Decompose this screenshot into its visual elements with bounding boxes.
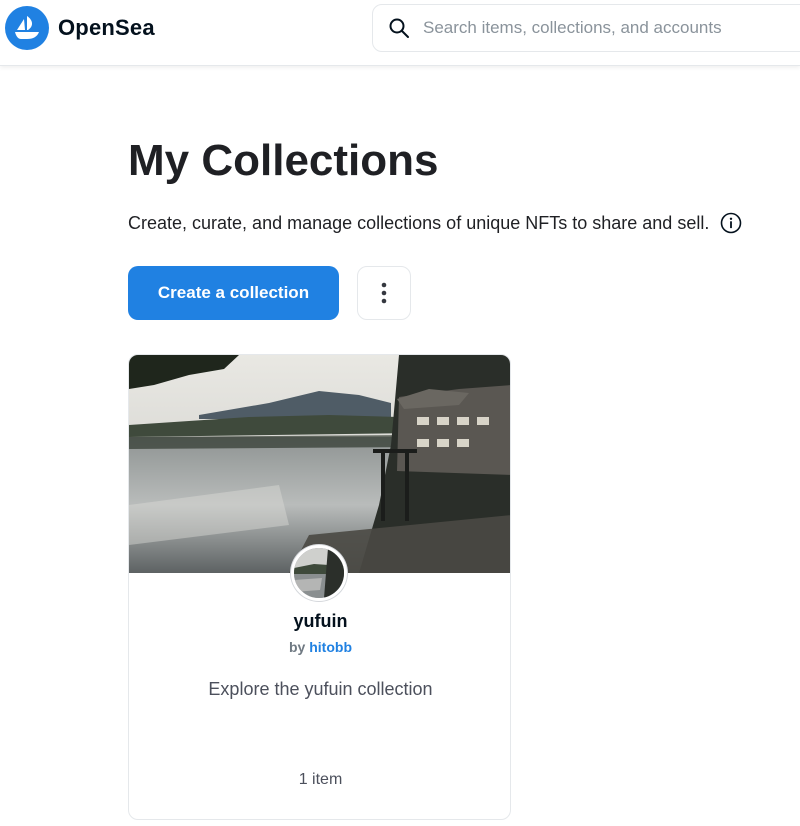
collection-name[interactable]: yufuin bbox=[129, 611, 510, 632]
collection-description: Explore the yufuin collection bbox=[208, 679, 433, 699]
collection-author-link[interactable]: hitobb bbox=[309, 639, 352, 655]
opensea-logo-icon bbox=[5, 6, 49, 50]
search-input[interactable] bbox=[423, 18, 800, 38]
more-vertical-icon bbox=[381, 282, 387, 304]
page-title: My Collections bbox=[128, 136, 439, 185]
collection-card[interactable]: yufuin by hitobb Explore the yufuin coll… bbox=[128, 354, 511, 820]
collection-banner-image bbox=[129, 355, 510, 573]
page-subtitle-row: Create, curate, and manage collections o… bbox=[128, 212, 742, 234]
search-icon bbox=[388, 17, 410, 39]
brand-name: OpenSea bbox=[58, 15, 155, 40]
byline-prefix: by bbox=[289, 639, 306, 655]
create-collection-button[interactable]: Create a collection bbox=[128, 266, 339, 320]
brand-logo[interactable]: OpenSea bbox=[5, 6, 155, 50]
info-icon[interactable] bbox=[720, 212, 742, 234]
top-nav: OpenSea bbox=[0, 0, 800, 66]
search-bar[interactable] bbox=[372, 4, 800, 52]
more-options-button[interactable] bbox=[357, 266, 411, 320]
collection-avatar bbox=[291, 545, 347, 601]
collection-item-count: 1 item bbox=[298, 771, 343, 788]
page-subtitle: Create, curate, and manage collections o… bbox=[128, 212, 710, 233]
collection-byline: by hitobb bbox=[129, 639, 510, 655]
